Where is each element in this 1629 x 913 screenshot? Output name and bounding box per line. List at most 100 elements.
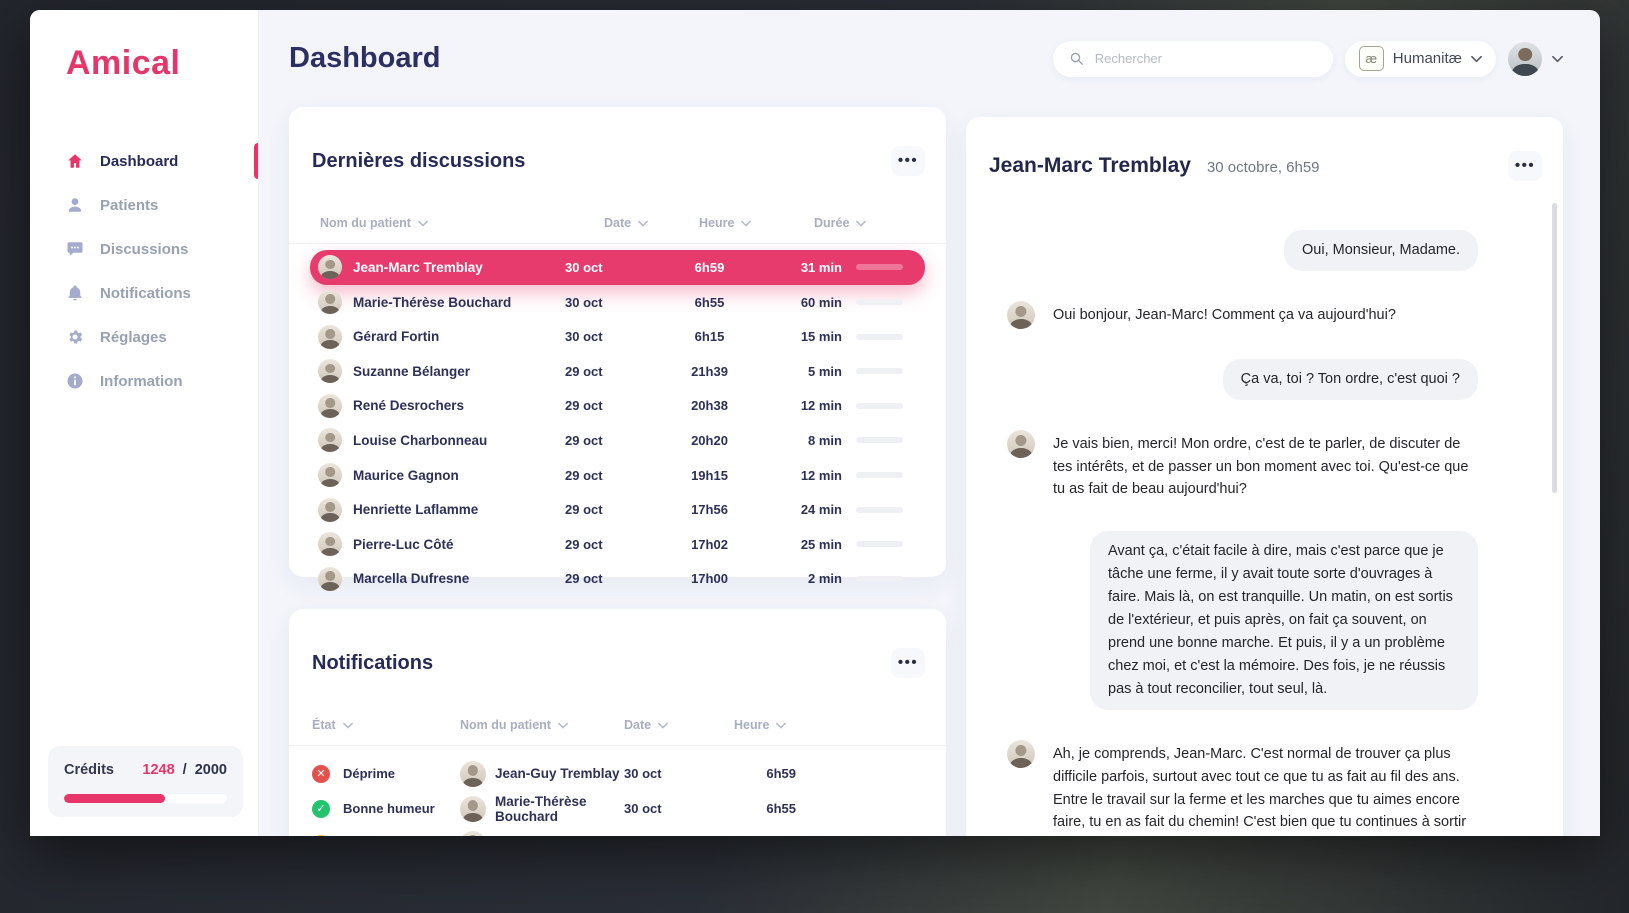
- sidebar-item-dashboard[interactable]: Dashboard: [30, 139, 258, 183]
- discussions-title: Dernières discussions: [312, 150, 525, 173]
- patients-icon: [66, 196, 84, 214]
- message-text: Ça va, toi ? Ton ordre, c'est quoi ?: [1241, 371, 1460, 387]
- search-input[interactable]: [1093, 50, 1317, 67]
- sidebar-item-label: Réglages: [100, 329, 167, 346]
- status-icon: ✓: [312, 800, 330, 818]
- chevron-down-icon: [1552, 55, 1563, 63]
- left-column: Dernières discussions ••• Nom du patient: [289, 107, 946, 836]
- notifications-icon: [66, 284, 84, 302]
- chevron-down-icon: [1471, 55, 1482, 63]
- discussion-duration: 2 min: [767, 571, 842, 586]
- search-bar[interactable]: [1053, 41, 1333, 77]
- duration-bar-track: [856, 507, 903, 513]
- notification-row[interactable]: ! Anxiété Gérard Fortin 30 oct 6h15: [312, 826, 796, 836]
- desktop-background: Amical Dashboard Patients: [0, 0, 1629, 913]
- sidebar-item-settings[interactable]: Réglages: [30, 315, 258, 359]
- discussion-row[interactable]: Maurice Gagnon 29 oct 19h15 12 min: [310, 458, 925, 493]
- message-text: Oui, Monsieur, Madame.: [1302, 242, 1460, 258]
- discussion-date: 29 oct: [557, 468, 652, 483]
- column-header-name[interactable]: Nom du patient: [460, 718, 624, 732]
- column-header-date[interactable]: Date: [604, 216, 699, 230]
- chevron-down-icon: [638, 220, 648, 227]
- message-text: Ah, je comprends, Jean-Marc. C'est norma…: [1053, 740, 1477, 836]
- discussion-duration: 31 min: [767, 260, 842, 275]
- chevron-down-icon: [856, 220, 866, 227]
- discussion-time: 21h39: [652, 364, 767, 379]
- chevron-down-icon: [558, 722, 568, 729]
- discussion-date: 29 oct: [557, 502, 652, 517]
- patient-avatar: [318, 567, 342, 591]
- credits-values: 1248 / 2000: [142, 762, 227, 778]
- patient-name: Gérard Fortin: [353, 329, 557, 344]
- discussion-row[interactable]: Marie-Thérèse Bouchard 30 oct 6h55 60 mi…: [310, 285, 925, 320]
- column-header-status[interactable]: État: [312, 718, 460, 732]
- patient-name: Suzanne Bélanger: [353, 364, 557, 379]
- sidebar-item-information[interactable]: Information: [30, 359, 258, 403]
- discussion-row[interactable]: Gérard Fortin 30 oct 6h15 15 min: [310, 319, 925, 354]
- chat-message-incoming: Ah, je comprends, Jean-Marc. C'est norma…: [1007, 740, 1477, 836]
- discussions-table-body: Jean-Marc Tremblay 30 oct 6h59 31 min Ma…: [289, 244, 946, 596]
- discussion-duration: 12 min: [767, 398, 842, 413]
- discussion-row[interactable]: Pierre-Luc Côté 29 oct 17h02 25 min: [310, 527, 925, 562]
- patient-avatar: [318, 359, 342, 383]
- discussion-row[interactable]: Jean-Marc Tremblay 30 oct 6h59 31 min: [310, 250, 925, 285]
- discussion-row[interactable]: René Desrochers 29 oct 20h38 12 min: [310, 389, 925, 424]
- discussion-time: 17h56: [652, 502, 767, 517]
- topbar: Dashboard æ Humanitæ: [289, 10, 1563, 107]
- patient-name: Maurice Gagnon: [353, 468, 557, 483]
- discussion-date: 30 oct: [557, 329, 652, 344]
- chat-message-outgoing: Ça va, toi ? Ton ordre, c'est quoi ?: [1223, 359, 1478, 400]
- column-header-time[interactable]: Heure: [734, 718, 796, 732]
- discussions-more-button[interactable]: •••: [891, 146, 925, 176]
- column-header-time[interactable]: Heure: [699, 216, 814, 230]
- patient-name: Henriette Laflamme: [353, 502, 557, 517]
- discussion-row[interactable]: Marcella Dufresne 29 oct 17h00 2 min: [310, 562, 925, 597]
- duration-bar-track: [856, 334, 903, 340]
- patient-name: Pierre-Luc Côté: [353, 537, 557, 552]
- user-menu[interactable]: [1508, 42, 1563, 76]
- organization-selector[interactable]: æ Humanitæ: [1345, 41, 1496, 77]
- column-header-duration[interactable]: Durée: [814, 216, 924, 230]
- right-column: Jean-Marc Tremblay 30 octobre, 6h59 ••• …: [966, 107, 1563, 836]
- dashboard-columns: Dernières discussions ••• Nom du patient: [289, 107, 1563, 836]
- column-header-date[interactable]: Date: [624, 718, 734, 732]
- patient-avatar: [318, 428, 342, 452]
- discussions-table-header: Nom du patient Date Heure: [289, 203, 946, 244]
- chat-scrollbar[interactable]: [1552, 203, 1557, 493]
- notifications-table-body: ✕ Déprime Jean-Guy Tremblay 30 oct 6h59 …: [289, 746, 946, 836]
- discussion-row[interactable]: Henriette Laflamme 29 oct 17h56 24 min: [310, 492, 925, 527]
- chat-more-button[interactable]: •••: [1508, 151, 1542, 181]
- sidebar-nav: Dashboard Patients Discussions: [30, 139, 258, 403]
- main-content: Dashboard æ Humanitæ: [259, 10, 1600, 836]
- organization-name: Humanitæ: [1393, 50, 1462, 67]
- patient-avatar: [460, 761, 486, 787]
- notifications-card: Notifications ••• État Nom du pati: [289, 609, 946, 836]
- chat-header: Jean-Marc Tremblay 30 octobre, 6h59 •••: [989, 137, 1563, 196]
- chat-message-incoming: Oui bonjour, Jean-Marc! Comment ça va au…: [1007, 301, 1477, 329]
- credits-total: 2000: [195, 762, 227, 778]
- notification-row[interactable]: ✕ Déprime Jean-Guy Tremblay 30 oct 6h59: [312, 756, 796, 791]
- sidebar-item-patients[interactable]: Patients: [30, 183, 258, 227]
- patient-avatar: [318, 463, 342, 487]
- patient-name: Marie-Thérèse Bouchard: [495, 794, 624, 824]
- notifications-more-button[interactable]: •••: [891, 648, 925, 678]
- discussion-row[interactable]: Louise Charbonneau 29 oct 20h20 8 min: [310, 423, 925, 458]
- chat-messages: Oui, Monsieur, Madame. Oui bonjour, Jean…: [1007, 230, 1478, 836]
- status-icon: ✕: [312, 765, 330, 783]
- sidebar-item-discussions[interactable]: Discussions: [30, 227, 258, 271]
- patient-avatar: [318, 290, 342, 314]
- column-header-name[interactable]: Nom du patient: [320, 216, 604, 230]
- topbar-controls: æ Humanitæ: [1053, 41, 1563, 77]
- notification-row[interactable]: ✓ Bonne humeur Marie-Thérèse Bouchard 30…: [312, 791, 796, 826]
- chat-message-outgoing: Oui, Monsieur, Madame.: [1284, 230, 1478, 271]
- status-label: Déprime: [343, 766, 460, 781]
- patient-avatar: [318, 255, 342, 279]
- sidebar-item-notifications[interactable]: Notifications: [30, 271, 258, 315]
- chevron-down-icon: [343, 722, 353, 729]
- settings-icon: [66, 328, 84, 346]
- discussion-time: 19h15: [652, 468, 767, 483]
- duration-bar-track: [856, 576, 903, 582]
- discussion-row[interactable]: Suzanne Bélanger 29 oct 21h39 5 min: [310, 354, 925, 389]
- notification-time: 6h59: [734, 766, 796, 781]
- patient-name: Marie-Thérèse Bouchard: [353, 295, 557, 310]
